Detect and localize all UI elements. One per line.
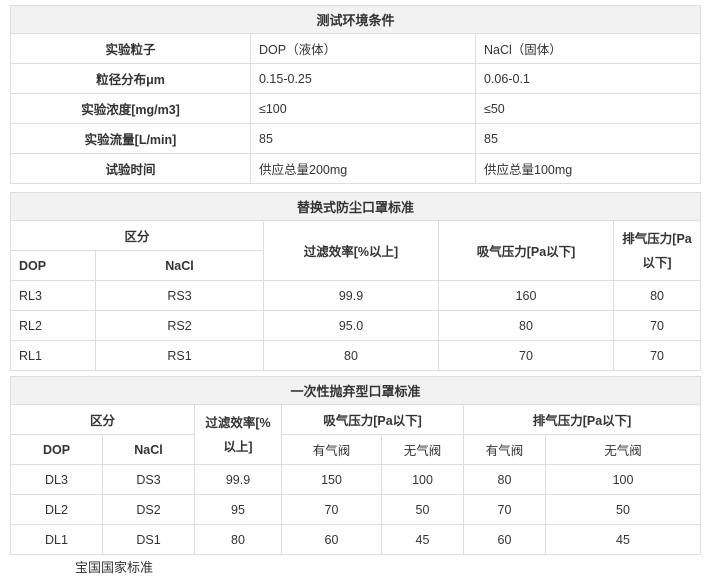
row-label: 实验粒子 [10,33,251,64]
nacl-cell: DS2 [102,494,195,525]
inhale-novalve-cell: 45 [381,524,464,555]
header-row: 区分 过滤效率[%以上] 吸气压力[Pa以下] 排气压力[Pa以下] [10,404,702,465]
nacl-cell: ≤50 [475,93,701,124]
nacl-cell: 85 [475,123,701,154]
efficiency-cell: 95.0 [263,310,439,341]
row-label: 实验浓度[mg/m3] [10,93,251,124]
table-row: DL2 DS2 95 70 50 70 50 [10,494,702,525]
nacl-cell: DS3 [102,464,195,495]
table-row: 试验时间 供应总量200mg 供应总量100mg [10,153,701,184]
table-row: DL3 DS3 99.9 150 100 80 100 [10,464,702,495]
nacl-cell: RS2 [95,310,264,341]
dop-cell: 供应总量200mg [250,153,476,184]
replaceable-mask-standard-table: 替换式防尘口罩标准 区分 过滤效率[%以上] 吸气压力[Pa以下] 排气压力[P… [9,192,702,371]
row-label: 实验流量[L/min] [10,123,251,154]
nacl-cell: RS3 [95,280,264,311]
dop-cell: RL2 [10,310,96,341]
table-title-row: 一次性抛弃型口罩标准 [9,376,702,405]
table-row: RL3 RS3 99.9 160 80 [10,280,702,311]
exhale-novalve-cell: 50 [544,494,702,525]
table-row: RL2 RS2 95.0 80 70 [10,310,702,341]
exhale-cell: 70 [612,340,702,371]
exhale-pressure-header: 排气压力[Pa以下] [612,220,702,281]
nacl-cell: 供应总量100mg [475,153,701,184]
table-title-row: 测试环境条件 [10,5,701,34]
efficiency-header: 过滤效率[%以上] [263,220,439,281]
table-title: 测试环境条件 [10,5,701,34]
table-row: 粒径分布μm 0.15-0.25 0.06-0.1 [10,63,701,94]
inhale-pressure-header: 吸气压力[Pa以下] [281,404,464,435]
exhale-pressure-header: 排气压力[Pa以下] [462,404,702,435]
dop-header: DOP [10,250,96,281]
nacl-cell: DS1 [102,524,195,555]
table-row: 实验流量[L/min] 85 85 [10,123,701,154]
exhale-cell: 80 [612,280,702,311]
inhale-novalve-cell: 100 [381,464,464,495]
dop-cell: DOP（液体） [250,33,476,64]
exhale-valve-cell: 70 [463,494,546,525]
dop-cell: 85 [250,123,476,154]
inhale-valve-cell: 60 [281,524,382,555]
dop-cell: RL3 [10,280,96,311]
exhale-valve-cell: 80 [463,464,546,495]
row-label: 粒径分布μm [10,63,251,94]
inhale-valve-cell: 150 [281,464,382,495]
nacl-cell: RS1 [95,340,264,371]
dop-cell: DL3 [10,464,103,495]
header-row: 区分 过滤效率[%以上] 吸气压力[Pa以下] 排气压力[Pa以下] [10,220,702,281]
dop-cell: DL2 [10,494,103,525]
inhale-valve-cell: 70 [281,494,382,525]
nacl-header: NaCl [102,434,195,465]
exhale-valve-cell: 60 [463,524,546,555]
exhale-with-valve-header: 有气阀 [463,434,546,465]
dop-cell: RL1 [10,340,96,371]
row-label: 试验时间 [10,153,251,184]
table-title: 一次性抛弃型口罩标准 [9,376,702,405]
dop-cell: 0.15-0.25 [250,63,476,94]
disposable-mask-standard-table: 一次性抛弃型口罩标准 区分 过滤效率[%以上] 吸气压力[Pa以下] 排气压力[… [9,376,702,555]
nacl-cell: 0.06-0.1 [475,63,701,94]
category-header: 区分 [10,404,195,435]
efficiency-cell: 80 [194,524,282,555]
inhale-cell: 80 [438,310,614,341]
category-header: 区分 [10,220,264,251]
inhale-without-valve-header: 无气阀 [381,434,464,465]
inhale-novalve-cell: 50 [381,494,464,525]
table-title: 替换式防尘口罩标准 [9,192,702,221]
table-title-row: 替换式防尘口罩标准 [9,192,702,221]
dop-header: DOP [10,434,103,465]
table-row: RL1 RS1 80 70 70 [10,340,702,371]
table-row: 实验浓度[mg/m3] ≤100 ≤50 [10,93,701,124]
nacl-header: NaCl [95,250,264,281]
exhale-novalve-cell: 45 [544,524,702,555]
efficiency-cell: 99.9 [263,280,439,311]
inhale-pressure-header: 吸气压力[Pa以下] [438,220,614,281]
inhale-cell: 70 [438,340,614,371]
efficiency-cell: 95 [194,494,282,525]
efficiency-cell: 80 [263,340,439,371]
table-row: 实验粒子 DOP（液体） NaCl（固体） [10,33,701,64]
exhale-cell: 70 [612,310,702,341]
header-row: DOP NaCl 有气阀 无气阀 有气阀 无气阀 [10,434,702,465]
efficiency-header: 过滤效率[%以上] [194,404,282,465]
exhale-novalve-cell: 100 [544,464,702,495]
dop-cell: DL1 [10,524,103,555]
test-conditions-table: 测试环境条件 实验粒子 DOP（液体） NaCl（固体） 粒径分布μm 0.15… [10,5,701,184]
inhale-with-valve-header: 有气阀 [281,434,382,465]
inhale-cell: 160 [438,280,614,311]
dop-cell: ≤100 [250,93,476,124]
efficiency-cell: 99.9 [194,464,282,495]
cut-off-footer-text: 宝国国家标准 [75,560,154,575]
nacl-cell: NaCl（固体） [475,33,701,64]
table-row: DL1 DS1 80 60 45 60 45 [10,524,702,555]
exhale-without-valve-header: 无气阀 [544,434,702,465]
